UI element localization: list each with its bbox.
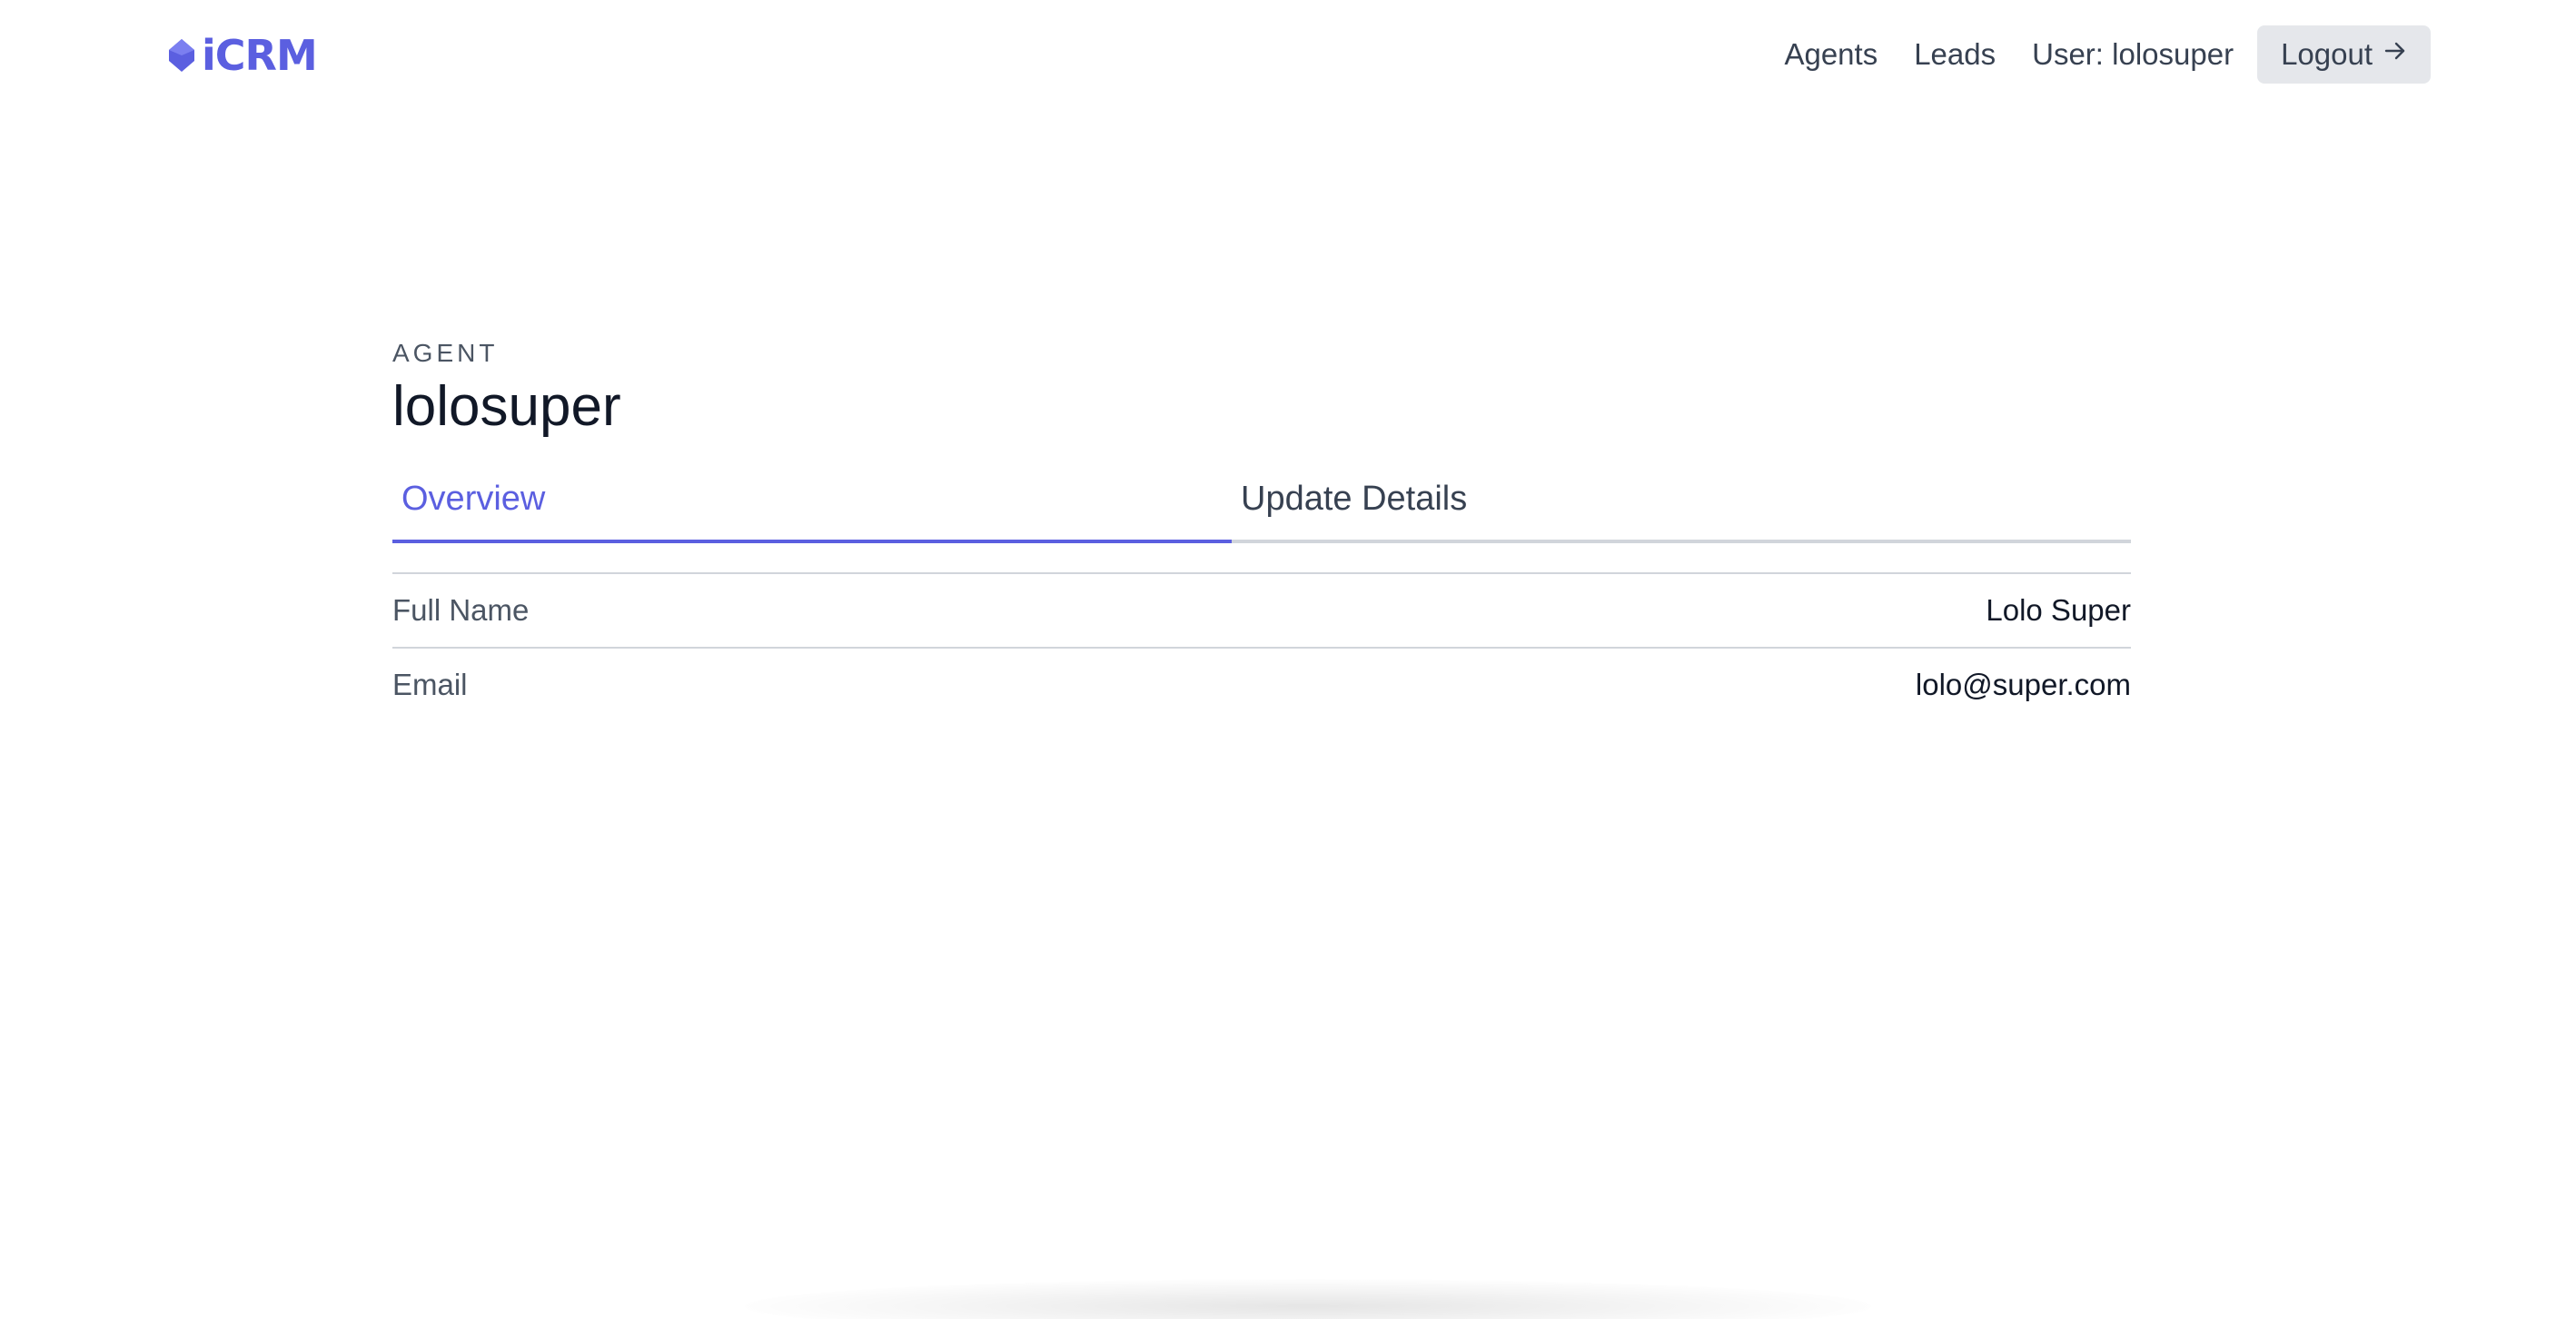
page: iCRM Agents Leads User: lolosuper Logout… (0, 0, 2576, 1319)
page-title: lolosuper (392, 375, 621, 438)
email-value: lolo@super.com (1915, 668, 2131, 701)
email-label: Email (392, 668, 468, 701)
tab-update-details[interactable]: Update Details (1232, 467, 2071, 540)
nav-link-leads[interactable]: Leads (1914, 37, 1996, 72)
logout-button-label: Logout (2281, 37, 2373, 71)
top-navbar: iCRM Agents Leads User: lolosuper Logout (0, 0, 2576, 109)
full-name-label: Full Name (392, 593, 530, 627)
detail-row-email: Email lolo@super.com (392, 649, 2131, 721)
tab-overview[interactable]: Overview (392, 467, 1232, 543)
agent-detail-panel: AGENT lolosuper Overview Update Details … (392, 338, 2131, 721)
nav-link-agents[interactable]: Agents (1784, 37, 1878, 72)
logout-button[interactable]: Logout (2257, 25, 2431, 84)
bottom-shadow (745, 1279, 1871, 1319)
logo-link[interactable]: iCRM (167, 31, 318, 80)
details-list: Full Name Lolo Super Email lolo@super.co… (392, 572, 2131, 721)
full-name-value: Lolo Super (1986, 593, 2131, 627)
logo-text: iCRM (202, 31, 318, 80)
arrow-right-icon (2383, 39, 2407, 70)
detail-row-full-name: Full Name Lolo Super (392, 574, 2131, 649)
page-eyebrow: AGENT (392, 339, 499, 367)
diamond-logo-icon (167, 37, 196, 74)
current-user-label: User: lolosuper (2032, 37, 2234, 71)
tab-bar: Overview Update Details (392, 467, 2131, 543)
main-nav: Agents Leads User: lolosuper Logout (1748, 25, 2431, 84)
